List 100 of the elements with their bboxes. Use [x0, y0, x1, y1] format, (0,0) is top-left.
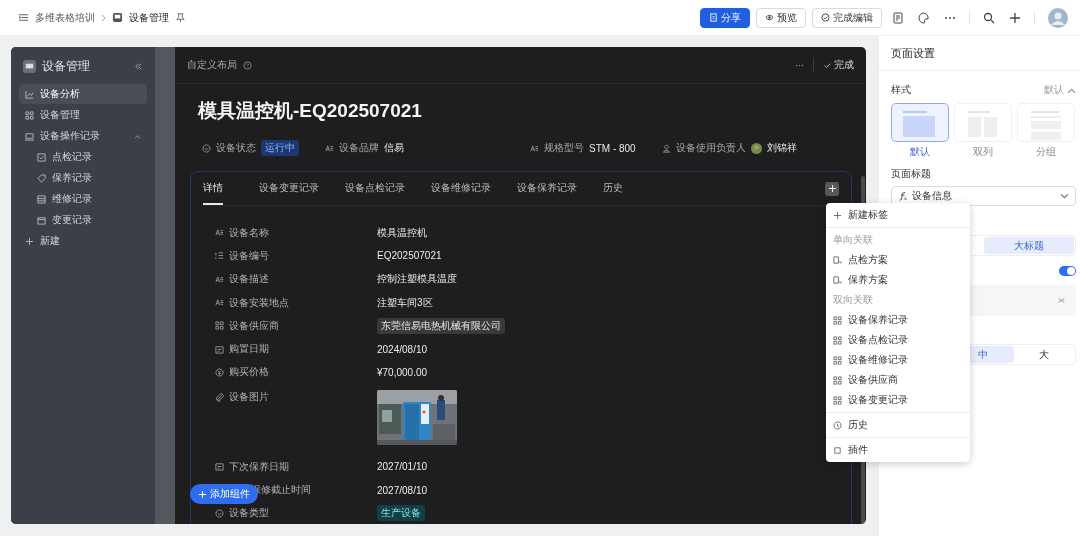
menu-item[interactable]: 点检方案 [826, 250, 970, 270]
field-label: 设备使用负责人 [675, 141, 746, 155]
toolbar-button[interactable]: 分享 [700, 7, 750, 28]
menu-item[interactable]: 设备变更记录 [826, 390, 970, 410]
field-label: 购置日期 [229, 342, 269, 357]
tab[interactable]: 设备点检记录 [333, 172, 417, 205]
document-icon [709, 13, 718, 22]
field-type-icon [215, 392, 224, 402]
field-type-icon [325, 143, 334, 153]
menu-item[interactable]: 新建标签 [826, 205, 970, 225]
status-tag: 运行中 [261, 140, 299, 156]
menu-item[interactable]: 保养方案 [826, 270, 970, 290]
tag-icon [37, 173, 46, 183]
sidebar-item[interactable]: 保养记录 [19, 168, 147, 188]
menu-item[interactable]: 设备保养记录 [826, 310, 970, 330]
segment-option[interactable]: 大 [1013, 346, 1074, 363]
toggle-switch[interactable] [1059, 266, 1076, 276]
field-type-icon [661, 143, 671, 153]
segment-option[interactable]: 大标题 [983, 237, 1074, 254]
layout-label: 默认 [910, 145, 930, 159]
field-label: 设备图片 [229, 390, 269, 405]
sidebar-item[interactable]: 变更记录 [19, 210, 147, 230]
add-tab-button[interactable] [825, 181, 839, 196]
tab[interactable]: 设备保养记录 [505, 172, 589, 205]
sidebar-item[interactable]: 维修记录 [19, 189, 147, 209]
field-type-icon [215, 274, 224, 284]
toolbar-button[interactable]: 预览 [756, 7, 806, 28]
grid-icon [833, 375, 842, 385]
menu-section-label: 双向关联 [832, 293, 874, 307]
field-value: ¥70,000.00 [377, 366, 428, 378]
new-page-button[interactable]: 新建 [19, 231, 147, 251]
field-label: 设备编号 [229, 248, 269, 263]
sidebar-item[interactable]: 点检记录 [19, 147, 147, 167]
field-type-icon [215, 251, 224, 261]
add-icon[interactable] [1009, 11, 1021, 24]
field-label: 下次保养日期 [229, 459, 289, 474]
section-label: 页面标题 [891, 167, 932, 181]
field-label: 设备状态 [216, 141, 256, 155]
breadcrumb-current[interactable]: 设备管理 [129, 10, 169, 25]
grid-icon [833, 355, 842, 365]
formula-icon [898, 191, 908, 201]
field-type-icon [215, 344, 224, 354]
menu-item[interactable]: 插件 [826, 440, 970, 460]
plus-icon [25, 236, 34, 246]
tab[interactable]: 设备变更记录 [247, 172, 331, 205]
search-icon[interactable] [983, 11, 995, 24]
menu-item[interactable]: 设备供应商 [826, 370, 970, 390]
document-icon[interactable] [892, 11, 904, 24]
sidebar-item[interactable]: 设备分析 [19, 84, 147, 104]
tab[interactable]: 详情 [203, 172, 223, 205]
field-label: 设备描述 [229, 272, 269, 287]
chart-icon [25, 89, 34, 99]
plus-icon [198, 489, 207, 499]
palette-icon[interactable] [918, 11, 930, 24]
clock-icon [833, 420, 842, 430]
field-label: 购买价格 [229, 365, 269, 380]
list-icon [37, 194, 46, 204]
sidebar-item[interactable]: 设备操作记录 [19, 126, 147, 146]
eye-icon [765, 13, 774, 22]
app-icon [112, 12, 123, 23]
grid-icon [833, 395, 842, 405]
caret-icon[interactable] [1067, 85, 1076, 95]
field-type-icon [215, 298, 224, 308]
field-value: 2024/08/10 [377, 343, 428, 355]
field-value: 控制注塑模具温度 [377, 272, 457, 287]
checkbox-icon [37, 152, 46, 162]
field-type-icon [215, 508, 224, 518]
menu-item[interactable]: 历史 [826, 415, 970, 435]
field-label: 设备供应商 [229, 318, 279, 333]
tab[interactable]: 历史 [591, 172, 635, 205]
field-type-icon [215, 228, 224, 238]
breadcrumb-link[interactable]: 多维表格培训 [35, 10, 95, 25]
linked-record-chip[interactable]: 东莞信易电热机械有限公司 [377, 317, 505, 334]
layout-label: 分组 [1036, 145, 1056, 159]
sidebar-toggle-icon[interactable] [18, 12, 29, 23]
done-button[interactable]: 完成 [823, 58, 854, 72]
section-label: 样式 [891, 83, 911, 97]
plus-icon [833, 210, 842, 220]
toolbar-button[interactable]: 完成编辑 [812, 7, 882, 28]
sidebar-title: 设备管理 [42, 58, 91, 75]
field-type-icon [202, 143, 211, 153]
linked-page-icon [833, 255, 842, 265]
grid-icon [25, 110, 34, 120]
option-tag: 生产设备 [377, 505, 425, 522]
field-label: 设备类型 [229, 506, 269, 521]
field-label: 设备安装地点 [229, 295, 289, 310]
help-icon[interactable] [243, 60, 252, 70]
field-type-icon [530, 143, 539, 153]
check-icon [823, 60, 832, 70]
monitor-icon [25, 131, 34, 141]
tab[interactable]: 设备维修记录 [419, 172, 503, 205]
pin-icon[interactable] [175, 12, 186, 23]
field-type-icon [215, 462, 224, 472]
linked-page-icon [833, 275, 842, 285]
check-circle-icon [821, 13, 830, 22]
grid-icon [833, 315, 842, 325]
field-value: 2027/01/10 [377, 461, 428, 473]
app-icon [23, 60, 36, 73]
chevron-icon [1060, 191, 1069, 201]
sidebar-item[interactable]: 设备管理 [19, 105, 147, 125]
